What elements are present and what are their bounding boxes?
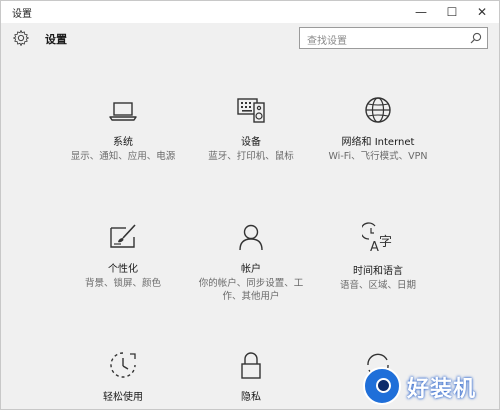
watermark-logo: 好装机 <box>357 363 497 407</box>
personalization-icon <box>110 224 136 248</box>
search-icon[interactable] <box>470 32 482 44</box>
svg-text:字: 字 <box>379 235 392 250</box>
watermark-text: 好装机 <box>407 377 477 402</box>
watermark-inner-icon <box>376 378 391 393</box>
tile-desc: Wi-Fi、飞行模式、VPN <box>328 151 428 162</box>
devices-icon <box>237 98 265 123</box>
page-title: 设置 <box>45 33 67 46</box>
globe-icon <box>365 97 391 123</box>
person-icon <box>239 224 263 251</box>
title-bar: 设置 — ☐ ✕ <box>1 1 499 23</box>
tile-network[interactable]: 网络和 Internet Wi-Fi、飞行模式、VPN <box>303 95 453 163</box>
tile-time-language[interactable]: A 字 时间和语言 语音、区域、日期 <box>303 222 453 292</box>
gear-icon <box>13 30 29 46</box>
watermark-badge-icon <box>363 367 401 405</box>
minimize-button[interactable]: — <box>406 1 436 23</box>
tile-title: 时间和语言 <box>353 266 403 277</box>
svg-text:A: A <box>370 240 379 254</box>
ease-of-access-icon <box>110 352 136 378</box>
settings-window: 设置 — ☐ ✕ 设置 查找设置 系统 显示、通知、应用、电源 设备 蓝牙、打印… <box>0 0 500 410</box>
lock-icon <box>241 352 261 379</box>
laptop-icon <box>109 102 137 121</box>
search-placeholder: 查找设置 <box>307 36 347 47</box>
window-title: 设置 <box>12 9 32 20</box>
search-input[interactable]: 查找设置 <box>299 27 488 49</box>
close-button[interactable]: ✕ <box>467 1 497 23</box>
settings-header: 设置 查找设置 <box>1 23 499 59</box>
tile-title: 网络和 Internet <box>341 137 415 148</box>
maximize-button[interactable]: ☐ <box>437 1 467 23</box>
tile-desc: 语音、区域、日期 <box>339 280 416 291</box>
time-language-icon: A 字 <box>362 222 392 254</box>
